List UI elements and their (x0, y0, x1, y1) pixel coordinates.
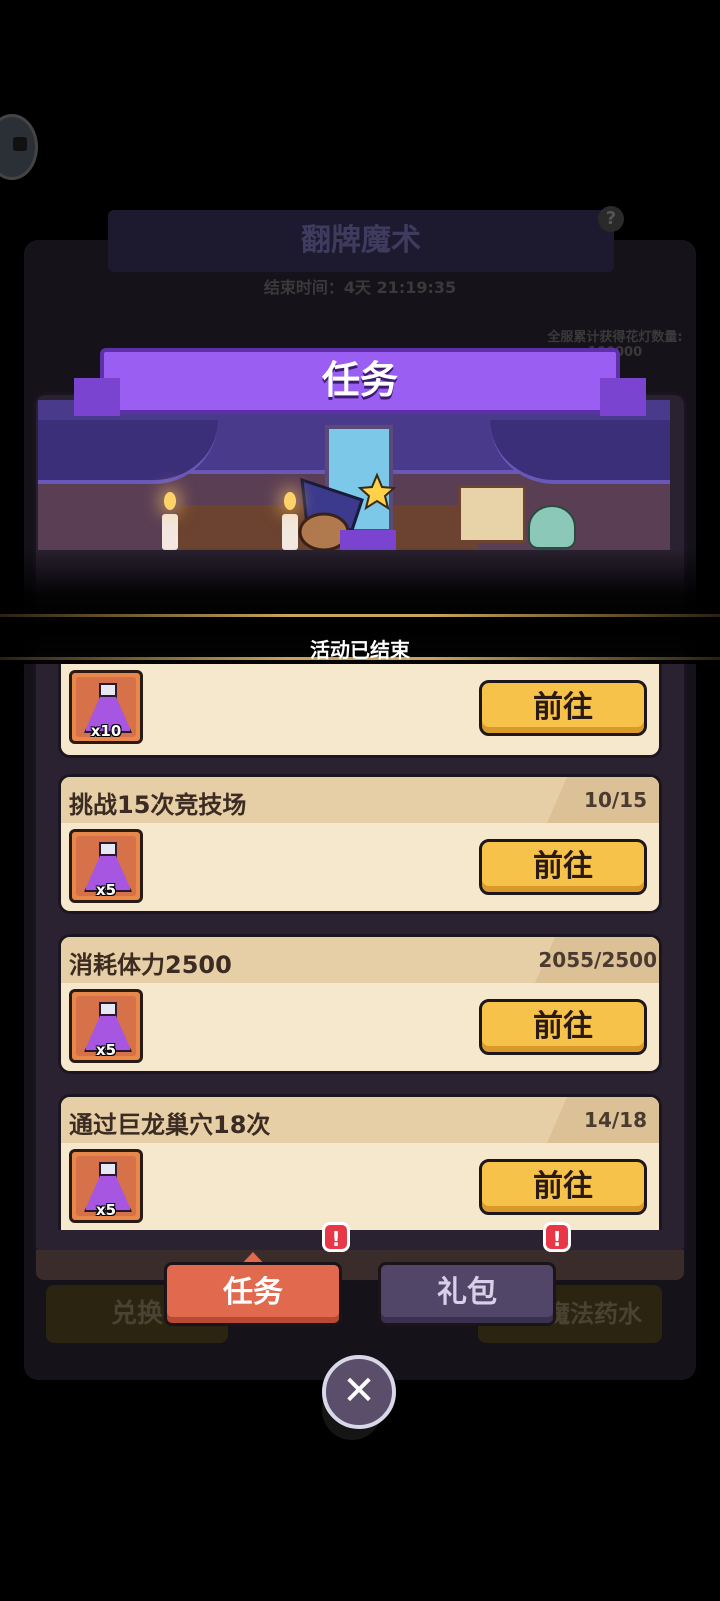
reward-quantity: x5 (95, 1041, 117, 1059)
task-card-header: 挑战15次竞技场 10/15 (61, 777, 659, 823)
tab-gift-pack[interactable]: 礼包 (378, 1262, 556, 1326)
background-banner-title: 翻牌魔术 (108, 210, 614, 272)
ended-notice-text: 活动已结束 (310, 638, 410, 662)
candle-flame-left (164, 492, 176, 510)
task-title: 挑战15次竞技场 (69, 791, 247, 819)
chat-avatar-icon[interactable] (0, 114, 38, 180)
reward-quantity: x5 (95, 881, 117, 899)
candle-right (282, 514, 298, 550)
task-title: 消耗体力2500 (69, 951, 232, 979)
task-progress: 2055/2500 (538, 948, 657, 972)
reward-quantity: x10 (90, 722, 122, 740)
task-card-header: 通过巨龙巢穴18次 14/18 (61, 1097, 659, 1143)
task-card: 挑战15次竞技场 10/15 x5 前往 (58, 774, 662, 914)
close-icon[interactable]: ✕ (322, 1355, 396, 1429)
question-icon[interactable]: ? (598, 206, 624, 232)
candle-flame-right (284, 492, 296, 510)
tab-bar (36, 1250, 684, 1280)
task-title: 通过巨龙巢穴18次 (69, 1111, 271, 1139)
go-button[interactable]: 前往 (479, 680, 647, 736)
reward-item[interactable]: x5 (69, 829, 143, 903)
reward-quantity: x5 (95, 1201, 117, 1219)
tab-gift-pack-alert-badge: ! (543, 1222, 571, 1252)
curtain-left (38, 420, 218, 484)
tab-tasks-alert-badge: ! (322, 1222, 350, 1252)
open-book-illustration (458, 485, 526, 543)
reward-item[interactable]: x5 (69, 989, 143, 1063)
background-end-time: 结束时间：4天 21:19:35 (263, 278, 457, 297)
task-card: x10 前往 (58, 664, 662, 758)
task-progress: 14/18 (584, 1108, 647, 1132)
curtain-right (490, 420, 670, 484)
task-card: 通过巨龙巢穴18次 14/18 x5 前往 (58, 1094, 662, 1230)
gold-divider-top (0, 614, 720, 617)
tab-tasks[interactable]: 任务 (164, 1262, 342, 1326)
go-button[interactable]: 前往 (479, 999, 647, 1055)
candle-left (162, 514, 178, 550)
task-progress: 10/15 (584, 788, 647, 812)
go-button[interactable]: 前往 (479, 839, 647, 895)
task-card-header: 消耗体力2500 2055/2500 (61, 937, 659, 983)
task-card: 消耗体力2500 2055/2500 x5 前往 (58, 934, 662, 1074)
potion-pot-illustration (528, 505, 576, 549)
modal-title: 任务 (321, 358, 398, 402)
reward-item[interactable]: x5 (69, 1149, 143, 1223)
server-stat-label: 全服累计获得花灯数量: (547, 330, 683, 345)
go-button[interactable]: 前往 (479, 1159, 647, 1215)
reward-item[interactable]: x10 (69, 670, 143, 744)
